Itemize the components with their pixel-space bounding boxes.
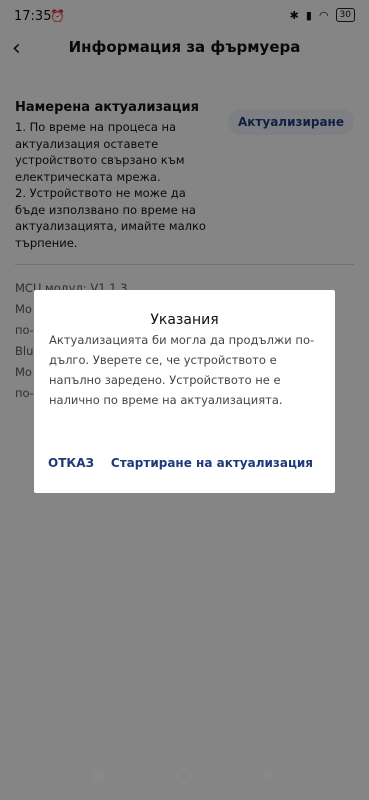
instructions-dialog: Указания Актуализацията би могла да прод… [34, 290, 335, 493]
recent-apps-icon[interactable] [94, 771, 104, 781]
cancel-button[interactable]: ОТКАЗ [48, 456, 94, 470]
dialog-message: Актуализацията би могла да продължи по-д… [49, 333, 315, 407]
start-update-button[interactable]: Стартиране на актуализация [111, 456, 313, 470]
system-nav-bar [0, 756, 369, 800]
home-icon[interactable] [176, 768, 192, 784]
dialog-title: Указания [150, 312, 219, 328]
nav-back-icon[interactable] [261, 768, 272, 782]
